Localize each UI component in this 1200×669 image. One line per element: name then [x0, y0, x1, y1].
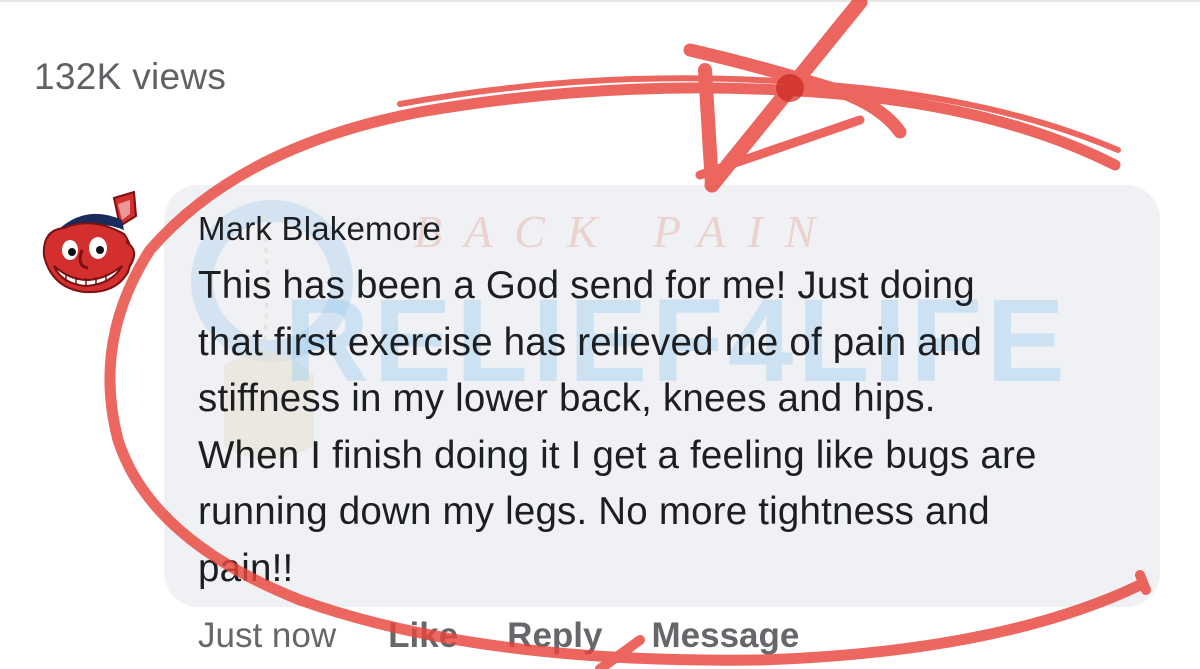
comment-timestamp[interactable]: Just now [198, 616, 336, 656]
avatar[interactable] [36, 190, 140, 298]
comment-author[interactable]: Mark Blakemore [198, 210, 441, 248]
comment-actions: Just now Like Reply Message [198, 616, 848, 656]
message-button[interactable]: Message [651, 616, 799, 656]
view-count: 132K views [34, 56, 227, 97]
top-divider [0, 0, 1200, 2]
watermark-line1: BACK PAIN [414, 206, 837, 257]
mascot-logo-icon [42, 190, 138, 294]
reply-button[interactable]: Reply [507, 616, 602, 656]
like-button[interactable]: Like [388, 616, 458, 656]
comment-text: This has been a God send for me! Just do… [198, 264, 1037, 590]
comment-bubble: BACK PAIN RELIEF4LIFE Mark Blakemore Thi… [164, 185, 1160, 607]
